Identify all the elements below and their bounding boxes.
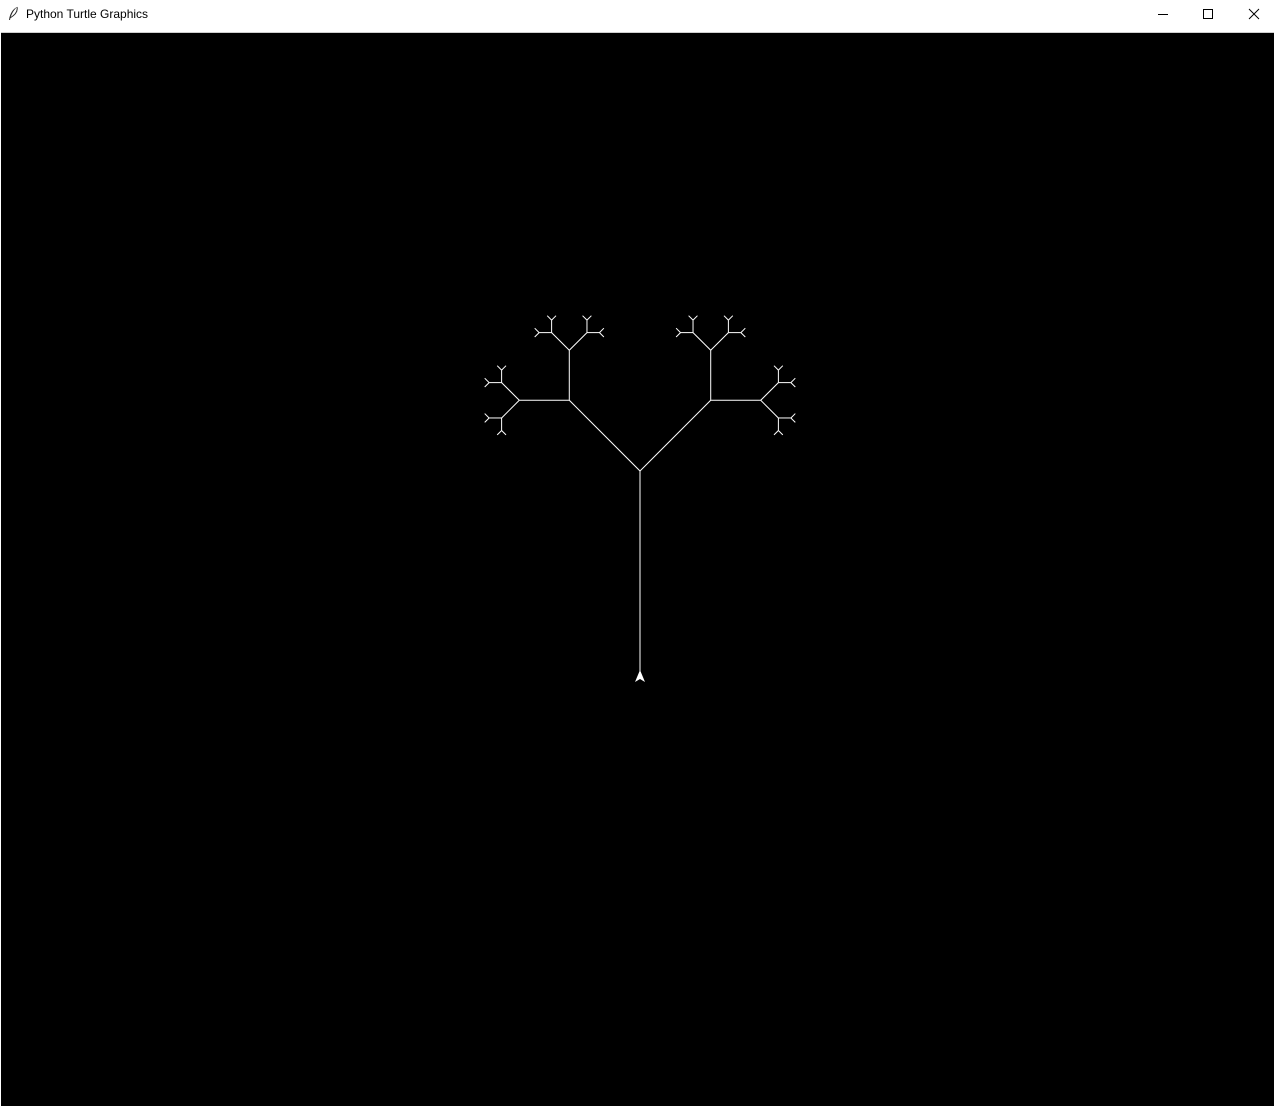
- tree-branch: [599, 327, 605, 333]
- tree-branch: [599, 332, 605, 338]
- tree-branch: [496, 430, 502, 436]
- tree-branch: [639, 399, 712, 472]
- tree-branch: [586, 315, 592, 321]
- tree-branch: [546, 315, 552, 321]
- tree-branch: [534, 327, 540, 333]
- tree-branch: [551, 315, 557, 321]
- tree-branch: [692, 332, 712, 351]
- tree-branch: [740, 327, 746, 333]
- tree-branch: [568, 399, 641, 472]
- tree-branch: [568, 332, 588, 351]
- tree-branch: [484, 377, 490, 383]
- tree-branch: [728, 315, 734, 321]
- tree-branch: [790, 377, 796, 383]
- fractal-tree-drawing: [484, 315, 796, 682]
- tree-branch: [582, 315, 588, 321]
- close-icon: [1248, 8, 1260, 20]
- tree-branch: [551, 332, 570, 351]
- tree-branch: [760, 399, 779, 419]
- maximize-button[interactable]: [1185, 0, 1231, 28]
- turtle-canvas[interactable]: [1, 32, 1274, 1106]
- tree-branch: [790, 382, 796, 388]
- maximize-icon: [1202, 8, 1214, 20]
- window-title: Python Turtle Graphics: [26, 7, 149, 21]
- turtle-arrow-icon: [635, 670, 645, 682]
- tree-branch: [790, 413, 796, 419]
- tree-branch: [501, 399, 520, 419]
- tree-branch: [675, 332, 681, 338]
- feather-icon: [7, 6, 19, 22]
- tree-branch: [501, 365, 507, 371]
- tree-branch: [484, 413, 490, 419]
- tree-branch: [501, 382, 520, 401]
- title-bar[interactable]: Python Turtle Graphics: [0, 0, 1276, 31]
- tree-branch: [790, 417, 796, 423]
- minimize-button[interactable]: [1140, 0, 1186, 28]
- tree-branch: [760, 382, 779, 401]
- tree-branch: [740, 332, 746, 338]
- close-button[interactable]: [1231, 0, 1276, 28]
- tree-branch: [773, 365, 779, 371]
- tree-branch: [496, 365, 502, 371]
- tree-branch: [778, 430, 784, 436]
- tree-branch: [710, 332, 729, 351]
- tree-branch: [692, 315, 698, 321]
- tree-branch: [484, 417, 490, 423]
- tree-branch: [484, 382, 490, 388]
- tree-branch: [688, 315, 694, 321]
- tree-branch: [534, 332, 540, 338]
- tree-branch: [501, 430, 507, 436]
- minimize-icon: [1157, 8, 1169, 20]
- tree-branch: [675, 327, 681, 333]
- tree-branch: [773, 430, 779, 436]
- turtle-window: Python Turtle Graphics: [0, 0, 1276, 1109]
- tree-branch: [723, 315, 729, 321]
- tree-branch: [778, 365, 784, 371]
